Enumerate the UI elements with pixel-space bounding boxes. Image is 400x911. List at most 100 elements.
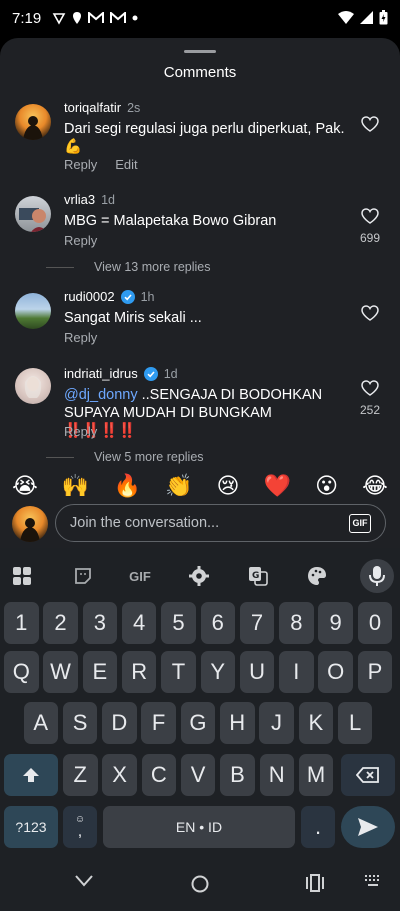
key-2[interactable]: 2 [43, 602, 78, 644]
keyboard-icon [365, 875, 379, 886]
keyboard-switch-button[interactable] [364, 874, 382, 888]
theme-button[interactable] [301, 560, 333, 592]
reply-button[interactable]: Reply [64, 330, 97, 345]
reply-button[interactable]: Reply [64, 424, 97, 439]
emoji-button[interactable]: ❤️ [264, 473, 291, 499]
key-c[interactable]: C [141, 754, 177, 796]
translate-button[interactable]: G [242, 560, 274, 592]
svg-text:G: G [252, 571, 259, 581]
comment-composer: Join the conversation... GIF [0, 504, 400, 548]
recents-button[interactable] [305, 874, 325, 892]
avatar[interactable] [15, 104, 51, 140]
key-h[interactable]: H [220, 702, 255, 744]
key-b[interactable]: B [220, 754, 255, 796]
gif-button[interactable]: GIF [349, 514, 371, 533]
key-o[interactable]: O [318, 651, 353, 693]
avatar [12, 506, 48, 542]
symbols-key[interactable]: ?123 [4, 806, 58, 848]
view-more-replies-button[interactable]: View 5 more replies [46, 450, 204, 464]
back-button[interactable] [74, 874, 94, 888]
emoji-button[interactable]: 👏 [165, 473, 192, 499]
key-q[interactable]: Q [4, 651, 39, 693]
comma-label: , [77, 823, 83, 840]
gif-keyboard-button[interactable]: GIF [124, 560, 156, 592]
key-s[interactable]: S [62, 702, 98, 744]
avatar[interactable] [15, 368, 51, 404]
key-g[interactable]: G [180, 702, 216, 744]
like-button[interactable]: 699 [355, 208, 385, 245]
space-bar[interactable]: EN • ID [103, 806, 295, 848]
comment-username[interactable]: rudi0002 [64, 289, 115, 304]
key-l[interactable]: L [337, 702, 373, 744]
key-d[interactable]: D [102, 702, 137, 744]
key-y[interactable]: Y [200, 651, 235, 693]
view-more-replies-button[interactable]: View 13 more replies [46, 260, 211, 274]
recents-icon [306, 874, 324, 892]
avatar[interactable] [15, 196, 51, 232]
key-1[interactable]: 1 [4, 602, 39, 644]
comment-username[interactable]: vrlia3 [64, 192, 95, 207]
shift-key[interactable] [4, 754, 58, 796]
key-m[interactable]: M [298, 754, 334, 796]
emoji-button[interactable]: 🔥 [113, 473, 140, 499]
key-u[interactable]: U [239, 651, 275, 693]
comma-key[interactable]: ☺, [63, 806, 97, 848]
comment-username[interactable]: indriati_idrus [64, 366, 138, 381]
key-8[interactable]: 8 [279, 602, 314, 644]
key-9[interactable]: 9 [318, 602, 353, 644]
mention-link[interactable]: @dj_donny [64, 387, 138, 403]
apps-button[interactable] [6, 560, 38, 592]
tiktok-icon [52, 13, 66, 25]
key-x[interactable]: X [102, 754, 137, 796]
avatar[interactable] [15, 293, 51, 329]
comment-time: 1d [163, 366, 178, 381]
emoji-button[interactable]: 😮 [315, 473, 338, 499]
like-count: 699 [359, 231, 381, 245]
key-i[interactable]: I [279, 651, 314, 693]
drag-handle[interactable] [184, 50, 216, 53]
settings-button[interactable] [183, 560, 215, 592]
key-a[interactable]: A [23, 702, 58, 744]
home-button[interactable] [190, 874, 210, 894]
like-button[interactable] [358, 116, 382, 137]
like-button[interactable] [358, 305, 382, 326]
comment-input-placeholder: Join the conversation... [70, 515, 220, 531]
backspace-icon [356, 767, 379, 783]
key-5[interactable]: 5 [161, 602, 196, 644]
comment-time: 2s [127, 100, 141, 115]
key-r[interactable]: R [121, 651, 157, 693]
key-w[interactable]: W [43, 651, 78, 693]
comment-text: MBG = Malapetaka Bowo Gibran [64, 213, 277, 229]
key-f[interactable]: F [141, 702, 176, 744]
key-6[interactable]: 6 [200, 602, 235, 644]
period-key[interactable]: . [301, 806, 335, 848]
key-v[interactable]: V [180, 754, 216, 796]
comment-username[interactable]: toriqalfatir [64, 100, 121, 115]
reply-button[interactable]: Reply [64, 157, 97, 172]
emoji-button[interactable]: 🙌 [62, 473, 89, 499]
key-e[interactable]: E [82, 651, 118, 693]
key-7[interactable]: 7 [239, 602, 275, 644]
emoji-button[interactable]: 😭 [12, 473, 38, 499]
key-z[interactable]: Z [63, 754, 98, 796]
backspace-key[interactable] [341, 754, 395, 796]
send-key[interactable] [341, 806, 395, 848]
key-k[interactable]: K [298, 702, 334, 744]
key-j[interactable]: J [259, 702, 294, 744]
shift-arrow-icon [23, 768, 39, 782]
key-4[interactable]: 4 [121, 602, 157, 644]
key-p[interactable]: P [357, 651, 393, 693]
key-n[interactable]: N [259, 754, 294, 796]
edit-button[interactable]: Edit [115, 157, 137, 172]
comment-input[interactable]: Join the conversation... GIF [55, 504, 386, 542]
sticker-button[interactable] [67, 560, 99, 592]
voice-input-button[interactable] [360, 559, 394, 593]
emoji-button[interactable]: 😂 [362, 473, 388, 499]
key-3[interactable]: 3 [82, 602, 118, 644]
home-circle-icon [191, 875, 209, 893]
key-0[interactable]: 0 [357, 602, 393, 644]
like-button[interactable]: 252 [355, 380, 385, 417]
key-t[interactable]: T [161, 651, 196, 693]
emoji-button[interactable]: 😢 [217, 473, 240, 499]
reply-button[interactable]: Reply [64, 233, 97, 248]
